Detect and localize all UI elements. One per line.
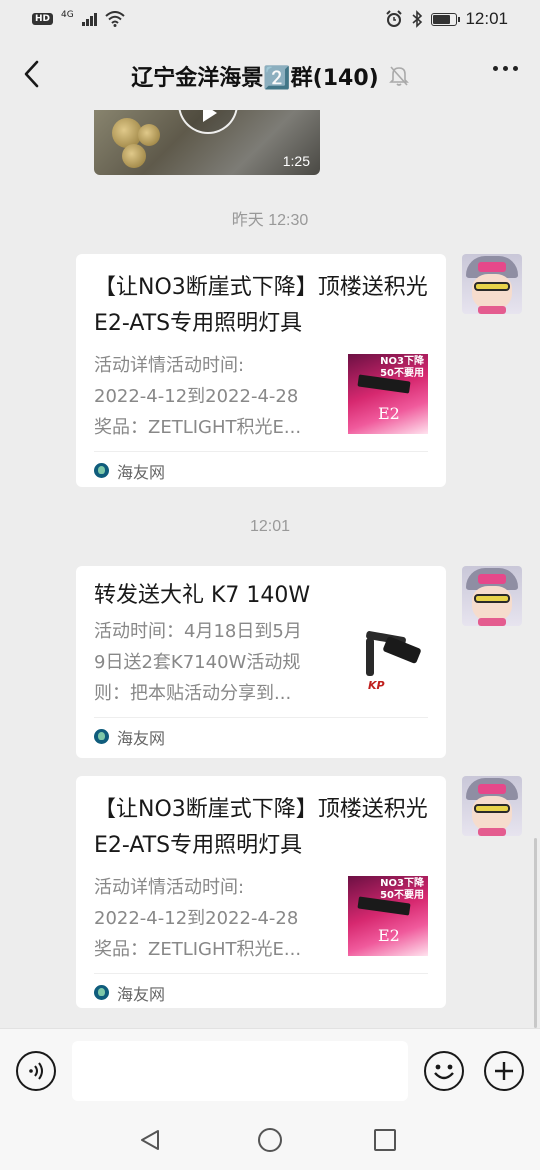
signal-icon: [81, 12, 97, 26]
chat-header: 辽宁金洋海景2️⃣群(140): [0, 38, 540, 110]
battery-icon: [431, 12, 461, 26]
nav-back-icon[interactable]: [138, 1128, 162, 1152]
card-description: 活动时间：4月18日到5月 9日送2套K7140W活动规 则：把本贴活动分享到.…: [94, 621, 302, 704]
system-nav-bar: [0, 1110, 540, 1170]
input-bar: [0, 1028, 540, 1110]
avatar[interactable]: [462, 566, 522, 626]
network-type: 4G: [61, 10, 74, 20]
card-description: 活动详情活动时间: 2022-4-12到2022-4-28 奖品：ZETLIGH…: [94, 355, 302, 438]
chat-title: 辽宁金洋海景2️⃣群(140): [131, 66, 379, 91]
wifi-icon: [105, 11, 125, 27]
status-bar: HD 4G 12:01: [0, 0, 540, 38]
source-logo-icon: [94, 729, 109, 744]
card-thumbnail: KP: [348, 620, 428, 700]
card-description: 活动详情活动时间: 2022-4-12到2022-4-28 奖品：ZETLIGH…: [94, 877, 302, 960]
plus-icon[interactable]: [484, 1051, 524, 1091]
source-logo-icon: [94, 985, 109, 1000]
source-logo-icon: [94, 463, 109, 478]
avatar[interactable]: [462, 254, 522, 314]
card-source: 海友网: [94, 973, 428, 1011]
hd-badge: HD: [32, 13, 54, 25]
video-duration: 1:25: [282, 153, 310, 169]
card-thumbnail: NO3下降 50不要用 E2: [348, 876, 428, 956]
avatar[interactable]: [462, 776, 522, 836]
alarm-icon: [386, 10, 403, 27]
chat-title-wrap: 辽宁金洋海景2️⃣群(140): [0, 60, 540, 92]
bluetooth-icon: [412, 10, 423, 28]
message-input[interactable]: [72, 1041, 408, 1101]
timestamp: 昨天 12:30: [231, 212, 309, 229]
muted-bell-icon: [388, 65, 409, 87]
chat-scrollbar[interactable]: [534, 838, 537, 1028]
status-left: HD 4G: [32, 10, 125, 27]
play-icon[interactable]: [178, 110, 238, 134]
video-message[interactable]: 1:25: [94, 110, 320, 175]
link-card[interactable]: 【让NO3断崖式下降】顶楼送积光E2-ATS专用照明灯具 活动详情活动时间: 2…: [76, 776, 446, 1008]
card-title: 转发送大礼 K7 140W: [94, 583, 311, 608]
more-dots-icon[interactable]: [493, 66, 518, 71]
card-source: 海友网: [94, 451, 428, 489]
card-source: 海友网: [94, 717, 428, 755]
timestamp: 12:01: [249, 518, 291, 535]
nav-recents-icon[interactable]: [374, 1129, 396, 1151]
chat-area[interactable]: 1:25 昨天 12:30 【让NO3断崖式下降】顶楼送积光E2-ATS专用照明…: [0, 110, 540, 1028]
link-card[interactable]: 【让NO3断崖式下降】顶楼送积光E2-ATS专用照明灯具 活动详情活动时间: 2…: [76, 254, 446, 487]
status-right: 12:01: [385, 9, 508, 29]
link-card[interactable]: 转发送大礼 K7 140W 活动时间：4月18日到5月 9日送2套K7140W活…: [76, 566, 446, 758]
voice-icon[interactable]: [16, 1051, 56, 1091]
card-title: 【让NO3断崖式下降】顶楼送积光E2-ATS专用照明灯具: [94, 797, 428, 858]
nav-home-icon[interactable]: [258, 1128, 282, 1152]
status-time: 12:01: [465, 9, 508, 28]
card-thumbnail: NO3下降 50不要用 E2: [348, 354, 428, 434]
card-title: 【让NO3断崖式下降】顶楼送积光E2-ATS专用照明灯具: [94, 275, 428, 336]
emoji-icon[interactable]: [424, 1051, 464, 1091]
